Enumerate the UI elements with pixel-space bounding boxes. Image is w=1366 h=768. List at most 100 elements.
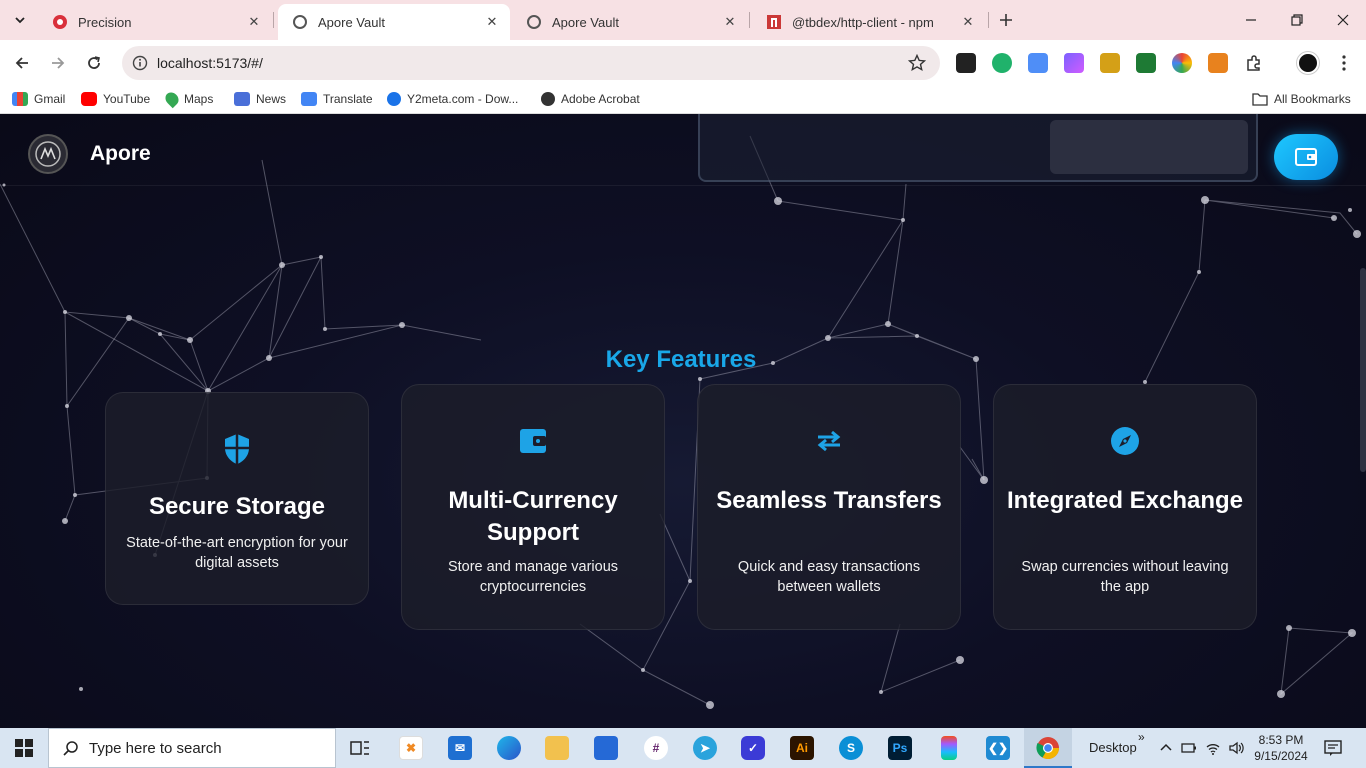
mail-icon[interactable]: ✉ — [448, 736, 472, 760]
close-tab-icon[interactable]: ✕ — [246, 14, 262, 30]
feature-card-multi-currency: Multi-Currency Support Store and manage … — [401, 384, 665, 630]
chrome-taskbar-active[interactable] — [1024, 728, 1072, 768]
extension-icon[interactable] — [992, 53, 1012, 73]
restore-icon — [1291, 14, 1303, 26]
connect-wallet-button[interactable] — [1274, 134, 1338, 180]
translate-icon — [301, 92, 317, 106]
photoshop-icon[interactable]: Ps — [888, 736, 912, 760]
tab-apore-vault[interactable]: Apore Vault ✕ — [512, 4, 748, 40]
restore-button[interactable] — [1274, 6, 1320, 34]
puzzle-icon[interactable] — [1244, 53, 1264, 73]
feature-title: Seamless Transfers — [716, 487, 942, 514]
bookmark-translate[interactable]: Translate — [301, 92, 373, 106]
close-icon — [1337, 14, 1349, 26]
more-vertical-icon — [1342, 55, 1346, 71]
reload-button[interactable] — [80, 49, 108, 77]
store-icon[interactable] — [594, 736, 618, 760]
tab-precision[interactable]: Precision ✕ — [38, 4, 272, 40]
arrow-right-icon — [52, 57, 65, 69]
chrome-icon — [1036, 737, 1059, 759]
xampp-icon[interactable]: ✖ — [399, 736, 423, 760]
feature-description: Store and manage various cryptocurrencie… — [447, 559, 619, 595]
taskbar-search-input[interactable]: Type here to search — [48, 728, 336, 768]
bookmark-maps[interactable]: Maps — [162, 89, 213, 109]
windows-logo-icon — [15, 739, 33, 757]
skype-icon[interactable]: S — [839, 736, 863, 760]
figma-icon[interactable] — [941, 736, 957, 760]
bookmark-news[interactable]: News — [234, 92, 286, 106]
feature-description: Quick and easy transactions between wall… — [737, 559, 921, 595]
file-explorer-icon[interactable] — [545, 736, 569, 760]
address-bar[interactable]: localhost:5173/#/ — [122, 46, 940, 80]
bookmark-label: News — [256, 92, 287, 106]
bookmark-star-icon[interactable] — [908, 54, 926, 72]
forward-button[interactable] — [44, 49, 72, 77]
apore-logo-icon[interactable] — [28, 134, 68, 174]
vscode-icon[interactable]: ❮❯ — [986, 736, 1010, 760]
battery-icon[interactable] — [1181, 740, 1197, 756]
tab-npm[interactable]: @tbdex/http-client - npm ✕ — [752, 4, 986, 40]
task-view-icon[interactable] — [348, 736, 372, 760]
start-button[interactable] — [0, 728, 48, 768]
url-text[interactable]: localhost:5173/#/ — [157, 55, 263, 71]
tab-title: Apore Vault — [552, 14, 619, 30]
browser-menu-button[interactable] — [1334, 52, 1354, 74]
extension-icon[interactable] — [1064, 53, 1084, 73]
search-icon — [63, 741, 78, 756]
close-tab-icon[interactable]: ✕ — [484, 14, 500, 30]
extension-icon[interactable] — [1028, 53, 1048, 73]
extension-icon[interactable] — [1136, 53, 1156, 73]
brand-name[interactable]: Apore — [90, 142, 151, 166]
all-bookmarks[interactable]: All Bookmarks — [1252, 92, 1351, 106]
back-button[interactable] — [8, 49, 36, 77]
minimize-icon — [1246, 19, 1256, 21]
close-tab-icon[interactable]: ✕ — [960, 14, 976, 30]
globe-icon — [541, 92, 555, 106]
tab-title: @tbdex/http-client - npm — [792, 14, 934, 30]
chevron-up-icon[interactable] — [1158, 740, 1174, 756]
desktop-toolbar-label[interactable]: Desktop — [1089, 740, 1137, 755]
avatar[interactable] — [1297, 52, 1319, 74]
minimize-button[interactable] — [1228, 6, 1274, 34]
tab-bar: Precision ✕ Apore Vault ✕ Apore Vault ✕ … — [0, 0, 1366, 40]
bookmarks-bar: Gmail YouTube Maps News Translate Y2meta… — [0, 86, 1366, 114]
feature-description: Swap currencies without leaving the app — [1021, 559, 1229, 595]
system-clock[interactable]: 8:53 PM 9/15/2024 — [1252, 732, 1310, 764]
volume-icon[interactable] — [1228, 740, 1244, 756]
illustrator-icon[interactable]: Ai — [790, 736, 814, 760]
all-bookmarks-label: All Bookmarks — [1274, 92, 1351, 106]
site-info-icon[interactable] — [132, 55, 148, 71]
telegram-icon[interactable]: ➤ — [693, 736, 717, 760]
feature-card-seamless-transfers: Seamless Transfers Quick and easy transa… — [697, 384, 961, 630]
precision-favicon — [52, 14, 68, 30]
bookmark-youtube[interactable]: YouTube — [81, 92, 150, 106]
close-tab-icon[interactable]: ✕ — [722, 14, 738, 30]
feature-card-integrated-exchange: Integrated Exchange Swap currencies with… — [993, 384, 1257, 630]
security-shield-icon[interactable]: ✓ — [741, 736, 765, 760]
app-preview-panel — [1050, 120, 1248, 174]
close-window-button[interactable] — [1320, 6, 1366, 34]
extension-icon[interactable] — [1172, 53, 1192, 73]
slack-icon[interactable]: # — [644, 736, 668, 760]
tab-apore-vault-active[interactable]: Apore Vault ✕ — [278, 4, 510, 40]
news-icon — [234, 92, 250, 106]
feature-description: State-of-the-art encryption for your dig… — [126, 535, 348, 571]
extension-icon[interactable] — [956, 53, 976, 73]
chevron-double-right-icon[interactable]: » — [1138, 730, 1145, 744]
bookmark-label: Y2meta.com - Dow... — [407, 92, 519, 106]
wifi-icon[interactable] — [1205, 740, 1221, 756]
edge-icon[interactable] — [497, 736, 521, 760]
notification-icon[interactable] — [1324, 739, 1342, 757]
metamask-icon[interactable] — [1208, 53, 1228, 73]
new-tab-button[interactable] — [994, 8, 1018, 32]
bookmark-adobe-acrobat[interactable]: Adobe Acrobat — [541, 92, 640, 106]
browser-toolbar: localhost:5173/#/ — [0, 40, 1366, 86]
bookmark-y2meta[interactable]: Y2meta.com - Dow... — [387, 92, 518, 106]
feature-title: Secure Storage — [148, 493, 326, 520]
extension-icon[interactable] — [1100, 53, 1120, 73]
tab-search-button[interactable] — [8, 8, 32, 32]
bookmark-gmail[interactable]: Gmail — [12, 92, 65, 106]
chevron-down-icon — [15, 17, 25, 24]
arrow-left-icon — [15, 57, 28, 69]
tab-divider — [273, 12, 274, 28]
